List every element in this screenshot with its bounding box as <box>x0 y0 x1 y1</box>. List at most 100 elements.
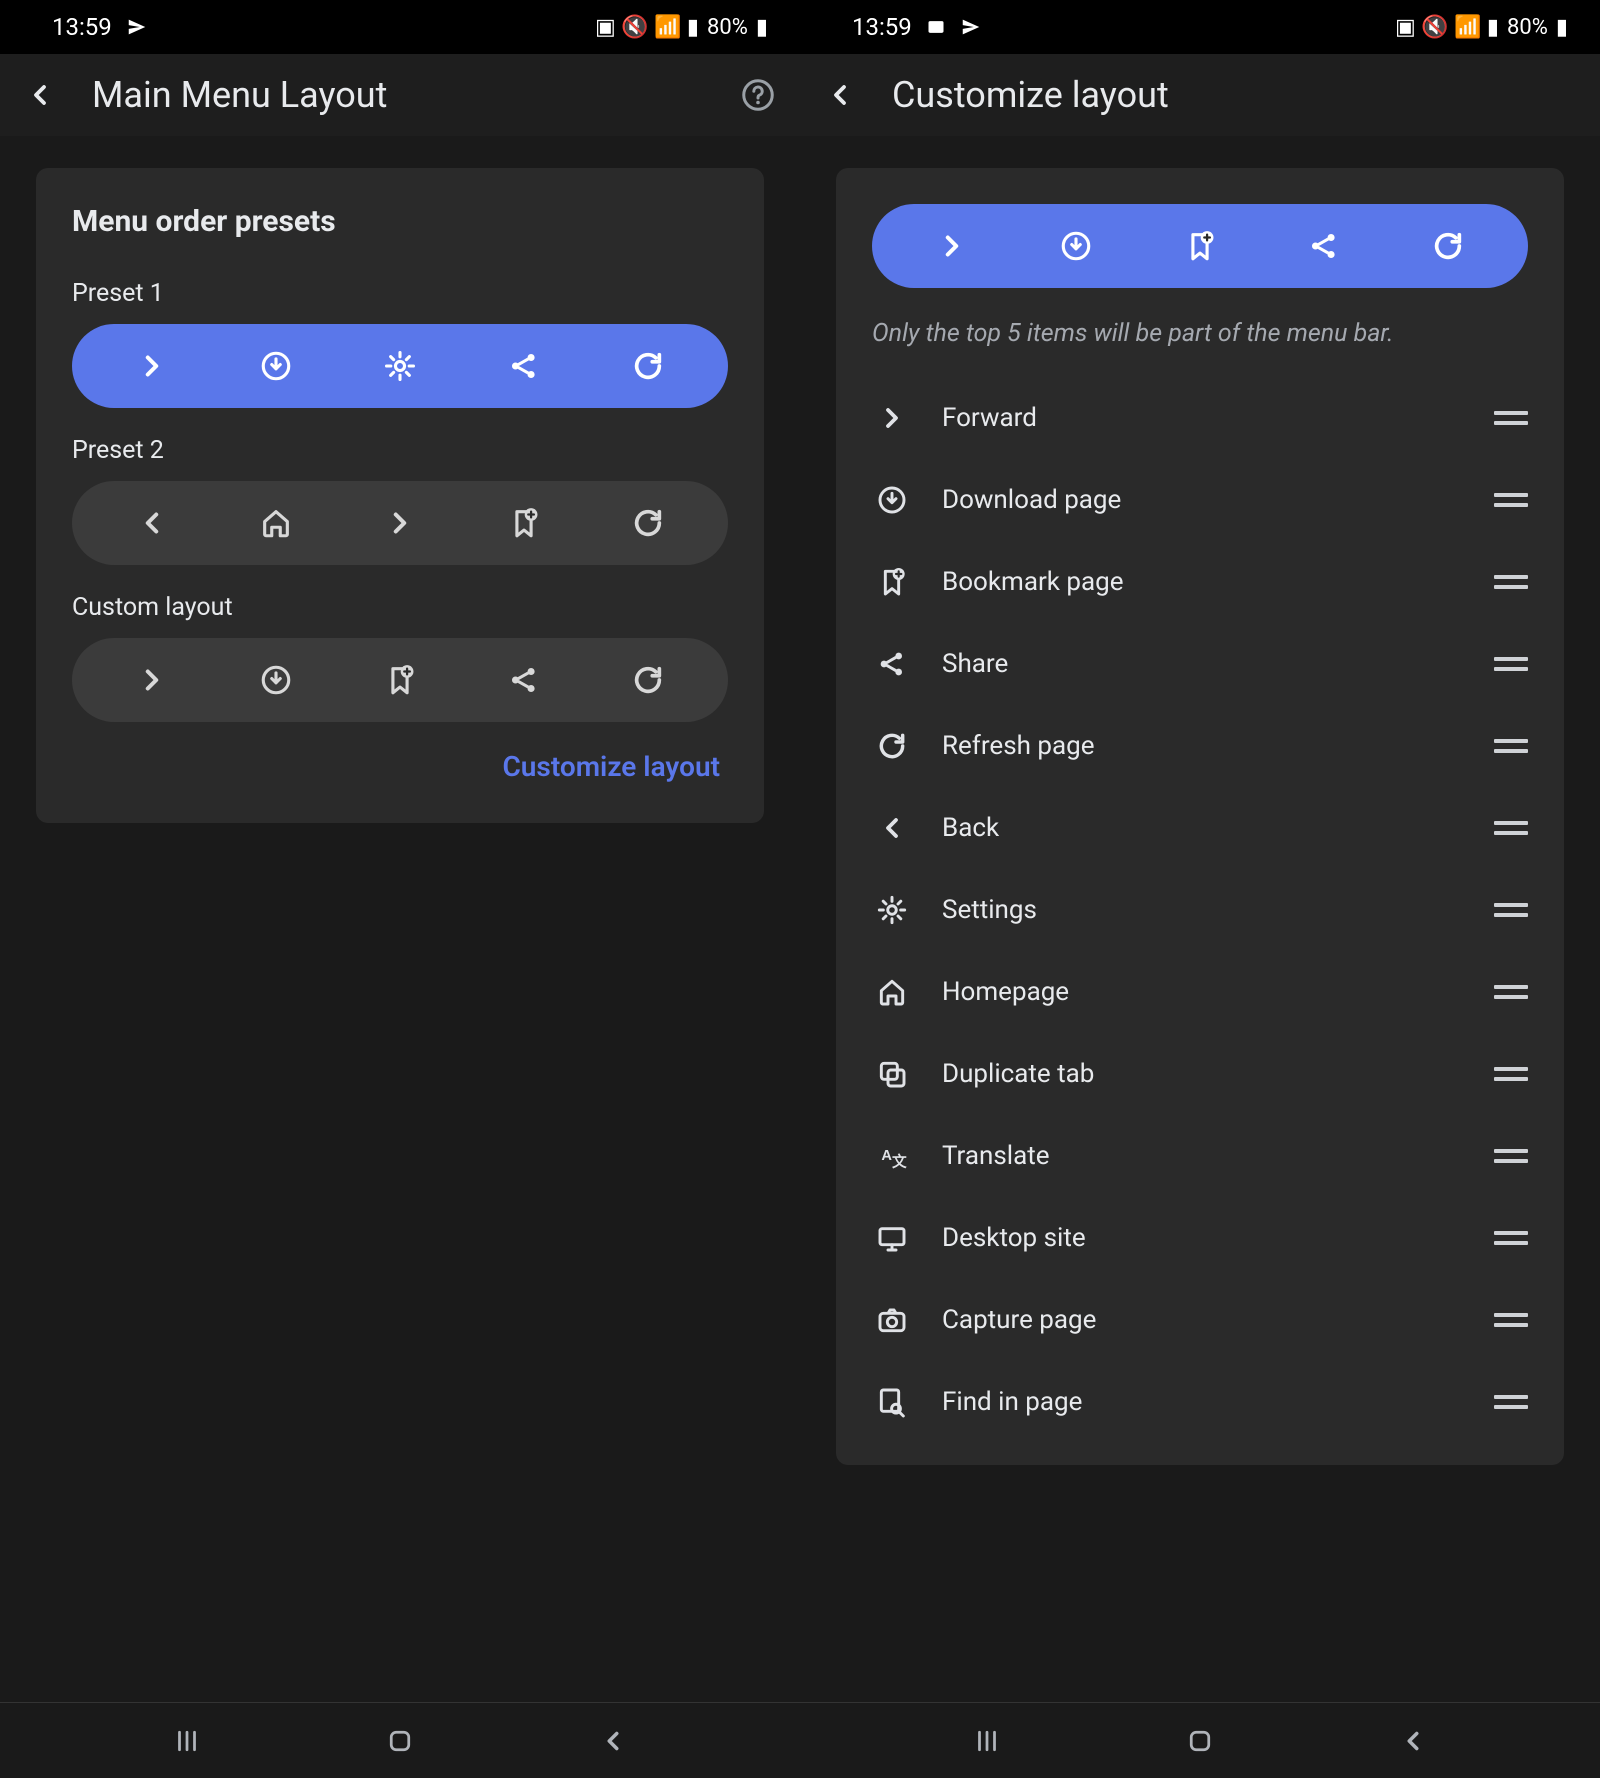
refresh-icon <box>876 730 908 762</box>
home-nav-icon[interactable] <box>1185 1726 1215 1756</box>
back-icon[interactable] <box>824 79 856 111</box>
chevron-right-icon <box>135 349 169 383</box>
action-row[interactable]: Settings <box>872 869 1528 951</box>
action-row[interactable]: Bookmark page <box>872 541 1528 623</box>
row-label: Download page <box>942 485 1464 515</box>
refresh-icon <box>631 506 665 540</box>
drag-handle-icon[interactable] <box>1494 1395 1528 1409</box>
drag-handle-icon[interactable] <box>1494 1149 1528 1163</box>
phone-left: 13:59 ▣ 🔇 📶 ▮ 80% ▮ Main Menu Layout Men… <box>0 0 800 1778</box>
find-icon <box>876 1386 908 1418</box>
chevron-left-icon <box>135 506 169 540</box>
note: Only the top 5 items will be part of the… <box>872 316 1528 351</box>
chevron-right-icon <box>876 402 908 434</box>
bookmark-add-icon <box>383 663 417 697</box>
drag-handle-icon[interactable] <box>1494 821 1528 835</box>
action-row[interactable]: Desktop site <box>872 1197 1528 1279</box>
action-row[interactable]: Duplicate tab <box>872 1033 1528 1115</box>
status-bar: 13:59 ▣ 🔇 📶 ▮ 80% ▮ <box>0 0 800 54</box>
drag-handle-icon[interactable] <box>1494 575 1528 589</box>
home-icon <box>876 976 908 1008</box>
chevron-right-icon <box>935 229 969 263</box>
action-row[interactable]: Translate <box>872 1115 1528 1197</box>
phone-right: 13:59 ▣ 🔇 📶 ▮ 80% ▮ Customize layout Onl… <box>800 0 1600 1778</box>
share-icon <box>507 663 541 697</box>
desktop-icon <box>876 1222 908 1254</box>
header: Main Menu Layout <box>0 54 800 136</box>
camera-icon <box>876 1304 908 1336</box>
status-bar: 13:59 ▣ 🔇 📶 ▮ 80% ▮ <box>800 0 1600 54</box>
bookmark-add-icon <box>1183 229 1217 263</box>
status-battery: 80% <box>707 15 748 40</box>
back-icon[interactable] <box>24 79 56 111</box>
row-label: Desktop site <box>942 1223 1464 1253</box>
action-row[interactable]: Back <box>872 787 1528 869</box>
drag-handle-icon[interactable] <box>1494 739 1528 753</box>
action-row[interactable]: Capture page <box>872 1279 1528 1361</box>
download-circle-icon <box>1059 229 1093 263</box>
chevron-right-icon <box>135 663 169 697</box>
download-circle-icon <box>259 663 293 697</box>
preset-bar[interactable] <box>72 324 728 408</box>
send-icon <box>126 16 148 38</box>
send-icon <box>960 16 982 38</box>
drag-handle-icon[interactable] <box>1494 985 1528 999</box>
refresh-icon <box>1431 229 1465 263</box>
preset-label: Preset 2 <box>72 436 728 465</box>
recents-icon[interactable] <box>172 1726 202 1756</box>
status-time: 13:59 <box>852 13 912 41</box>
gear-icon <box>876 894 908 926</box>
row-label: Duplicate tab <box>942 1059 1464 1089</box>
drag-handle-icon[interactable] <box>1494 1231 1528 1245</box>
status-right: ▣ 🔇 📶 ▮ 80% ▮ <box>1395 15 1568 40</box>
drag-handle-icon[interactable] <box>1494 493 1528 507</box>
chevron-right-icon <box>383 506 417 540</box>
help-icon[interactable] <box>740 77 776 113</box>
image-icon <box>926 17 946 37</box>
row-label: Back <box>942 813 1464 843</box>
status-time: 13:59 <box>52 13 112 41</box>
share-icon <box>507 349 541 383</box>
row-label: Capture page <box>942 1305 1464 1335</box>
preset-label: Custom layout <box>72 593 728 622</box>
drag-handle-icon[interactable] <box>1494 1067 1528 1081</box>
row-label: Forward <box>942 403 1464 433</box>
back-nav-icon[interactable] <box>1398 1726 1428 1756</box>
section-title: Menu order presets <box>72 204 728 239</box>
action-row[interactable]: Share <box>872 623 1528 705</box>
bookmark-add-icon <box>876 566 908 598</box>
download-circle-icon <box>876 484 908 516</box>
status-battery: 80% <box>1507 15 1548 40</box>
customize-layout-link[interactable]: Customize layout <box>72 750 728 783</box>
customize-card: Only the top 5 items will be part of the… <box>836 168 1564 1465</box>
header: Customize layout <box>800 54 1600 136</box>
back-nav-icon[interactable] <box>598 1726 628 1756</box>
recents-icon[interactable] <box>972 1726 1002 1756</box>
chevron-left-icon <box>876 812 908 844</box>
share-icon <box>876 648 908 680</box>
preset-bar[interactable] <box>72 638 728 722</box>
status-right: ▣ 🔇 📶 ▮ 80% ▮ <box>595 15 768 40</box>
gear-icon <box>383 349 417 383</box>
preset-bar[interactable] <box>72 481 728 565</box>
action-row[interactable]: Forward <box>872 377 1528 459</box>
nav-bar <box>0 1702 800 1778</box>
page-title: Main Menu Layout <box>92 74 704 116</box>
page-title: Customize layout <box>892 74 1576 116</box>
share-icon <box>1307 229 1341 263</box>
action-row[interactable]: Find in page <box>872 1361 1528 1443</box>
home-nav-icon[interactable] <box>385 1726 415 1756</box>
action-row[interactable]: Download page <box>872 459 1528 541</box>
drag-handle-icon[interactable] <box>1494 903 1528 917</box>
row-label: Homepage <box>942 977 1464 1007</box>
refresh-icon <box>631 663 665 697</box>
action-row[interactable]: Refresh page <box>872 705 1528 787</box>
top-icon-bar <box>872 204 1528 288</box>
home-icon <box>259 506 293 540</box>
preset-label: Preset 1 <box>72 279 728 308</box>
drag-handle-icon[interactable] <box>1494 1313 1528 1327</box>
row-label: Refresh page <box>942 731 1464 761</box>
action-row[interactable]: Homepage <box>872 951 1528 1033</box>
drag-handle-icon[interactable] <box>1494 411 1528 425</box>
drag-handle-icon[interactable] <box>1494 657 1528 671</box>
